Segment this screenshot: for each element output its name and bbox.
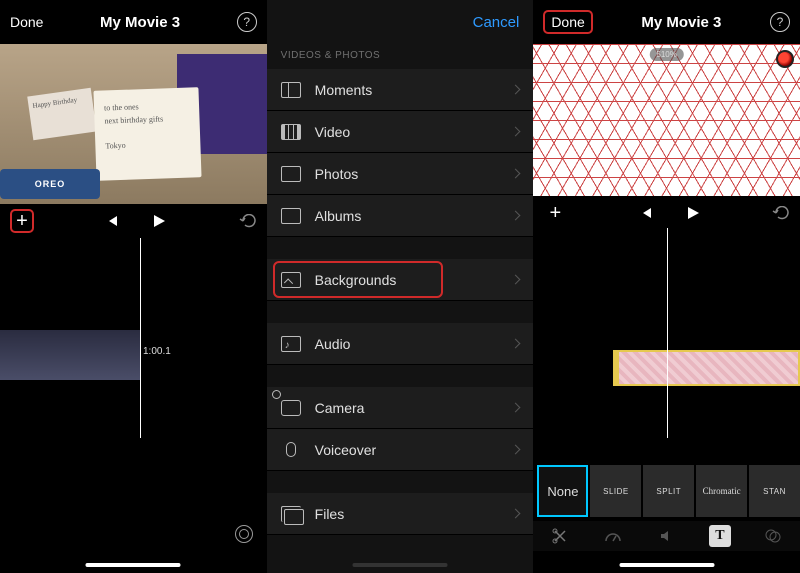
title-style-chromatic[interactable]: Chromatic [696, 465, 747, 517]
settings-button[interactable] [235, 525, 253, 543]
menu-item-files[interactable]: Files [267, 493, 534, 535]
chevron-right-icon [511, 339, 521, 349]
menu-label: Voiceover [315, 442, 376, 458]
timeline-clip[interactable] [0, 330, 140, 380]
add-media-button[interactable]: + [10, 209, 34, 233]
done-button[interactable]: Done [10, 14, 43, 30]
section-header-videos-photos: VIDEOS & PHOTOS [267, 44, 534, 69]
menu-item-backgrounds[interactable]: Backgrounds [267, 259, 534, 301]
preview-object-oreo: OREO [0, 169, 100, 199]
preview-greeting-card: Happy Birthday [27, 88, 97, 140]
picker-header: Cancel [267, 0, 534, 44]
titles-tool[interactable]: T [709, 525, 731, 547]
menu-item-moments[interactable]: Moments [267, 69, 534, 111]
background-pattern-preview [533, 44, 800, 196]
menu-label: Photos [315, 166, 359, 182]
undo-button[interactable] [772, 206, 790, 220]
edit-tools-row: T [533, 521, 800, 551]
moments-icon [281, 82, 301, 98]
chevron-right-icon [511, 85, 521, 95]
menu-item-albums[interactable]: Albums [267, 195, 534, 237]
timeline-clip-background[interactable] [613, 350, 800, 386]
menu-item-photos[interactable]: Photos [267, 153, 534, 195]
home-indicator[interactable] [619, 563, 714, 567]
preview-note-card [93, 87, 201, 181]
title-styles-row[interactable]: None SLIDE SPLIT Chromatic STAN [533, 465, 800, 521]
editor-panel-titles: Done My Movie 3 ? 510% + None SLIDE SPLI… [533, 0, 800, 573]
photos-icon [281, 166, 301, 182]
chevron-right-icon [511, 275, 521, 285]
audio-icon [281, 336, 301, 352]
header: Done My Movie 3 ? [533, 0, 800, 44]
menu-label: Backgrounds [315, 272, 397, 288]
speed-tool[interactable] [602, 525, 624, 547]
chevron-right-icon [511, 403, 521, 413]
home-indicator[interactable] [352, 563, 447, 567]
title-style-standard[interactable]: STAN [749, 465, 800, 517]
project-title: My Movie 3 [100, 14, 180, 31]
chevron-right-icon [511, 127, 521, 137]
menu-item-audio[interactable]: Audio [267, 323, 534, 365]
title-style-split[interactable]: SPLIT [643, 465, 694, 517]
menu-item-video[interactable]: Video [267, 111, 534, 153]
video-preview[interactable]: 510% [533, 44, 800, 196]
menu-label: Albums [315, 208, 362, 224]
color-picker-button[interactable] [776, 50, 794, 68]
menu-label: Moments [315, 82, 373, 98]
zoom-level-label: 510% [649, 48, 683, 61]
backgrounds-icon [281, 272, 301, 288]
title-style-slide[interactable]: SLIDE [590, 465, 641, 517]
menu-item-voiceover[interactable]: Voiceover [267, 429, 534, 471]
play-button[interactable] [685, 205, 701, 221]
video-icon [281, 124, 301, 140]
volume-tool[interactable] [656, 525, 678, 547]
project-title: My Movie 3 [641, 14, 721, 31]
title-style-none[interactable]: None [537, 465, 588, 517]
menu-label: Files [315, 506, 345, 522]
add-media-button[interactable]: + [543, 201, 567, 225]
mic-icon [281, 442, 301, 458]
play-button[interactable] [151, 213, 167, 229]
prev-frame-button[interactable] [105, 214, 119, 228]
undo-button[interactable] [239, 214, 257, 228]
home-indicator[interactable] [86, 563, 181, 567]
header: Done My Movie 3 ? [0, 0, 267, 44]
albums-icon [281, 208, 301, 224]
scissors-tool[interactable] [549, 525, 571, 547]
chevron-right-icon [511, 509, 521, 519]
playhead[interactable] [140, 238, 141, 438]
video-preview[interactable]: Happy Birthday OREO [0, 44, 267, 204]
gear-icon [235, 525, 253, 543]
help-icon[interactable]: ? [770, 12, 790, 32]
prev-frame-button[interactable] [639, 206, 653, 220]
menu-label: Video [315, 124, 351, 140]
media-picker-panel: Cancel VIDEOS & PHOTOS Moments Video Pho… [267, 0, 534, 573]
menu-item-camera[interactable]: Camera [267, 387, 534, 429]
files-icon [281, 506, 301, 522]
camera-icon [281, 400, 301, 416]
chevron-right-icon [511, 169, 521, 179]
menu-label: Audio [315, 336, 351, 352]
done-button[interactable]: Done [543, 10, 592, 34]
playhead[interactable] [667, 228, 668, 438]
menu-label: Camera [315, 400, 365, 416]
timeline-area[interactable] [533, 230, 800, 440]
editor-panel-initial: Done My Movie 3 ? Happy Birthday OREO + … [0, 0, 267, 573]
filters-tool[interactable] [762, 525, 784, 547]
timeline-toolbar: + [0, 204, 267, 238]
chevron-right-icon [511, 445, 521, 455]
cancel-button[interactable]: Cancel [473, 14, 520, 31]
help-icon[interactable]: ? [237, 12, 257, 32]
timeline-toolbar: + [533, 196, 800, 230]
clip-duration-label: 1:00.1 [143, 346, 171, 357]
chevron-right-icon [511, 211, 521, 221]
